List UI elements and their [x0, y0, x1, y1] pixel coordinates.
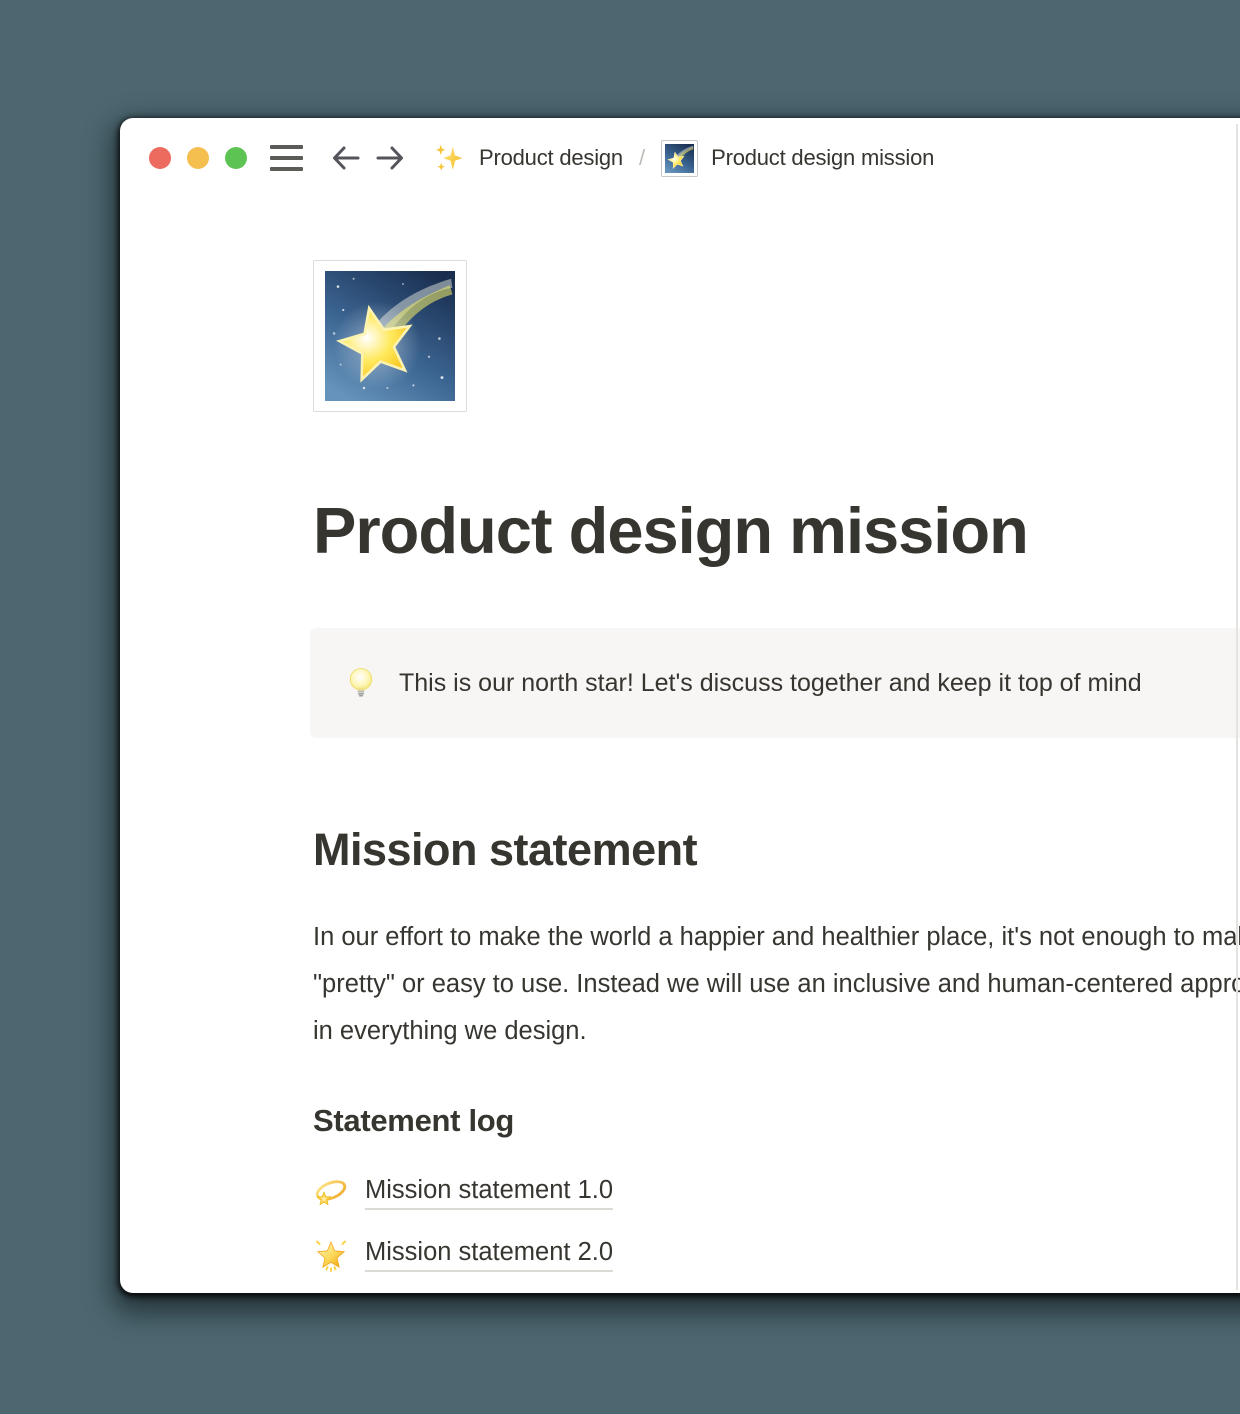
page-link-label: Mission statement 1.0	[365, 1176, 613, 1210]
forward-button[interactable]	[373, 141, 407, 175]
dizzy-star-icon	[313, 1175, 349, 1211]
shooting-star-framed-icon	[661, 140, 698, 177]
breadcrumb-label-current: Product design mission	[711, 145, 934, 171]
arrow-left-icon	[329, 141, 363, 175]
desktop-background: Product design /	[0, 0, 1240, 1414]
app-window: Product design /	[120, 118, 1240, 1293]
section-heading-statement-log[interactable]: Statement log	[313, 1101, 1240, 1141]
breadcrumb-label-parent: Product design	[479, 145, 623, 171]
page-icon[interactable]	[313, 260, 467, 412]
callout-text: This is our north star! Let's discuss to…	[399, 669, 1142, 698]
sparkles-icon	[433, 143, 464, 174]
mission-paragraph[interactable]: In our effort to make the world a happie…	[313, 914, 1240, 1055]
section-heading-mission-statement[interactable]: Mission statement	[313, 822, 1240, 878]
maximize-window-button[interactable]	[225, 147, 247, 169]
shooting-star-image	[324, 271, 456, 401]
window-topbar: Product design /	[120, 118, 1240, 198]
statement-log-links: Mission statement 1.0	[313, 1169, 1240, 1279]
minimize-window-button[interactable]	[187, 147, 209, 169]
breadcrumb-divider: /	[639, 145, 645, 171]
page-link-mission-statement-1[interactable]: Mission statement 1.0	[313, 1169, 613, 1217]
breadcrumb-item-product-design-mission[interactable]: Product design mission	[661, 140, 934, 177]
callout[interactable]: This is our north star! Let's discuss to…	[310, 628, 1240, 738]
window-controls	[149, 147, 247, 169]
page-content: Product design mission This is our no	[120, 260, 1240, 1279]
page-link-label: Mission statement 2.0	[365, 1238, 613, 1272]
arrow-right-icon	[373, 141, 407, 175]
breadcrumb: Product design /	[433, 140, 934, 177]
scrollbar-track[interactable]	[1236, 124, 1238, 1290]
close-window-button[interactable]	[149, 147, 171, 169]
breadcrumb-item-product-design[interactable]: Product design	[433, 143, 623, 174]
sidebar-menu-button[interactable]	[247, 145, 303, 171]
paragraph-line: in everything we design.	[313, 1008, 1240, 1055]
glowing-star-icon	[313, 1237, 349, 1273]
light-bulb-icon	[343, 665, 379, 701]
back-button[interactable]	[329, 141, 363, 175]
page-title[interactable]: Product design mission	[313, 492, 1240, 570]
page-link-mission-statement-2[interactable]: Mission statement 2.0	[313, 1231, 613, 1279]
paragraph-line: In our effort to make the world a happie…	[313, 914, 1240, 961]
paragraph-line: "pretty" or easy to use. Instead we will…	[313, 961, 1240, 1008]
hamburger-icon	[270, 145, 303, 171]
